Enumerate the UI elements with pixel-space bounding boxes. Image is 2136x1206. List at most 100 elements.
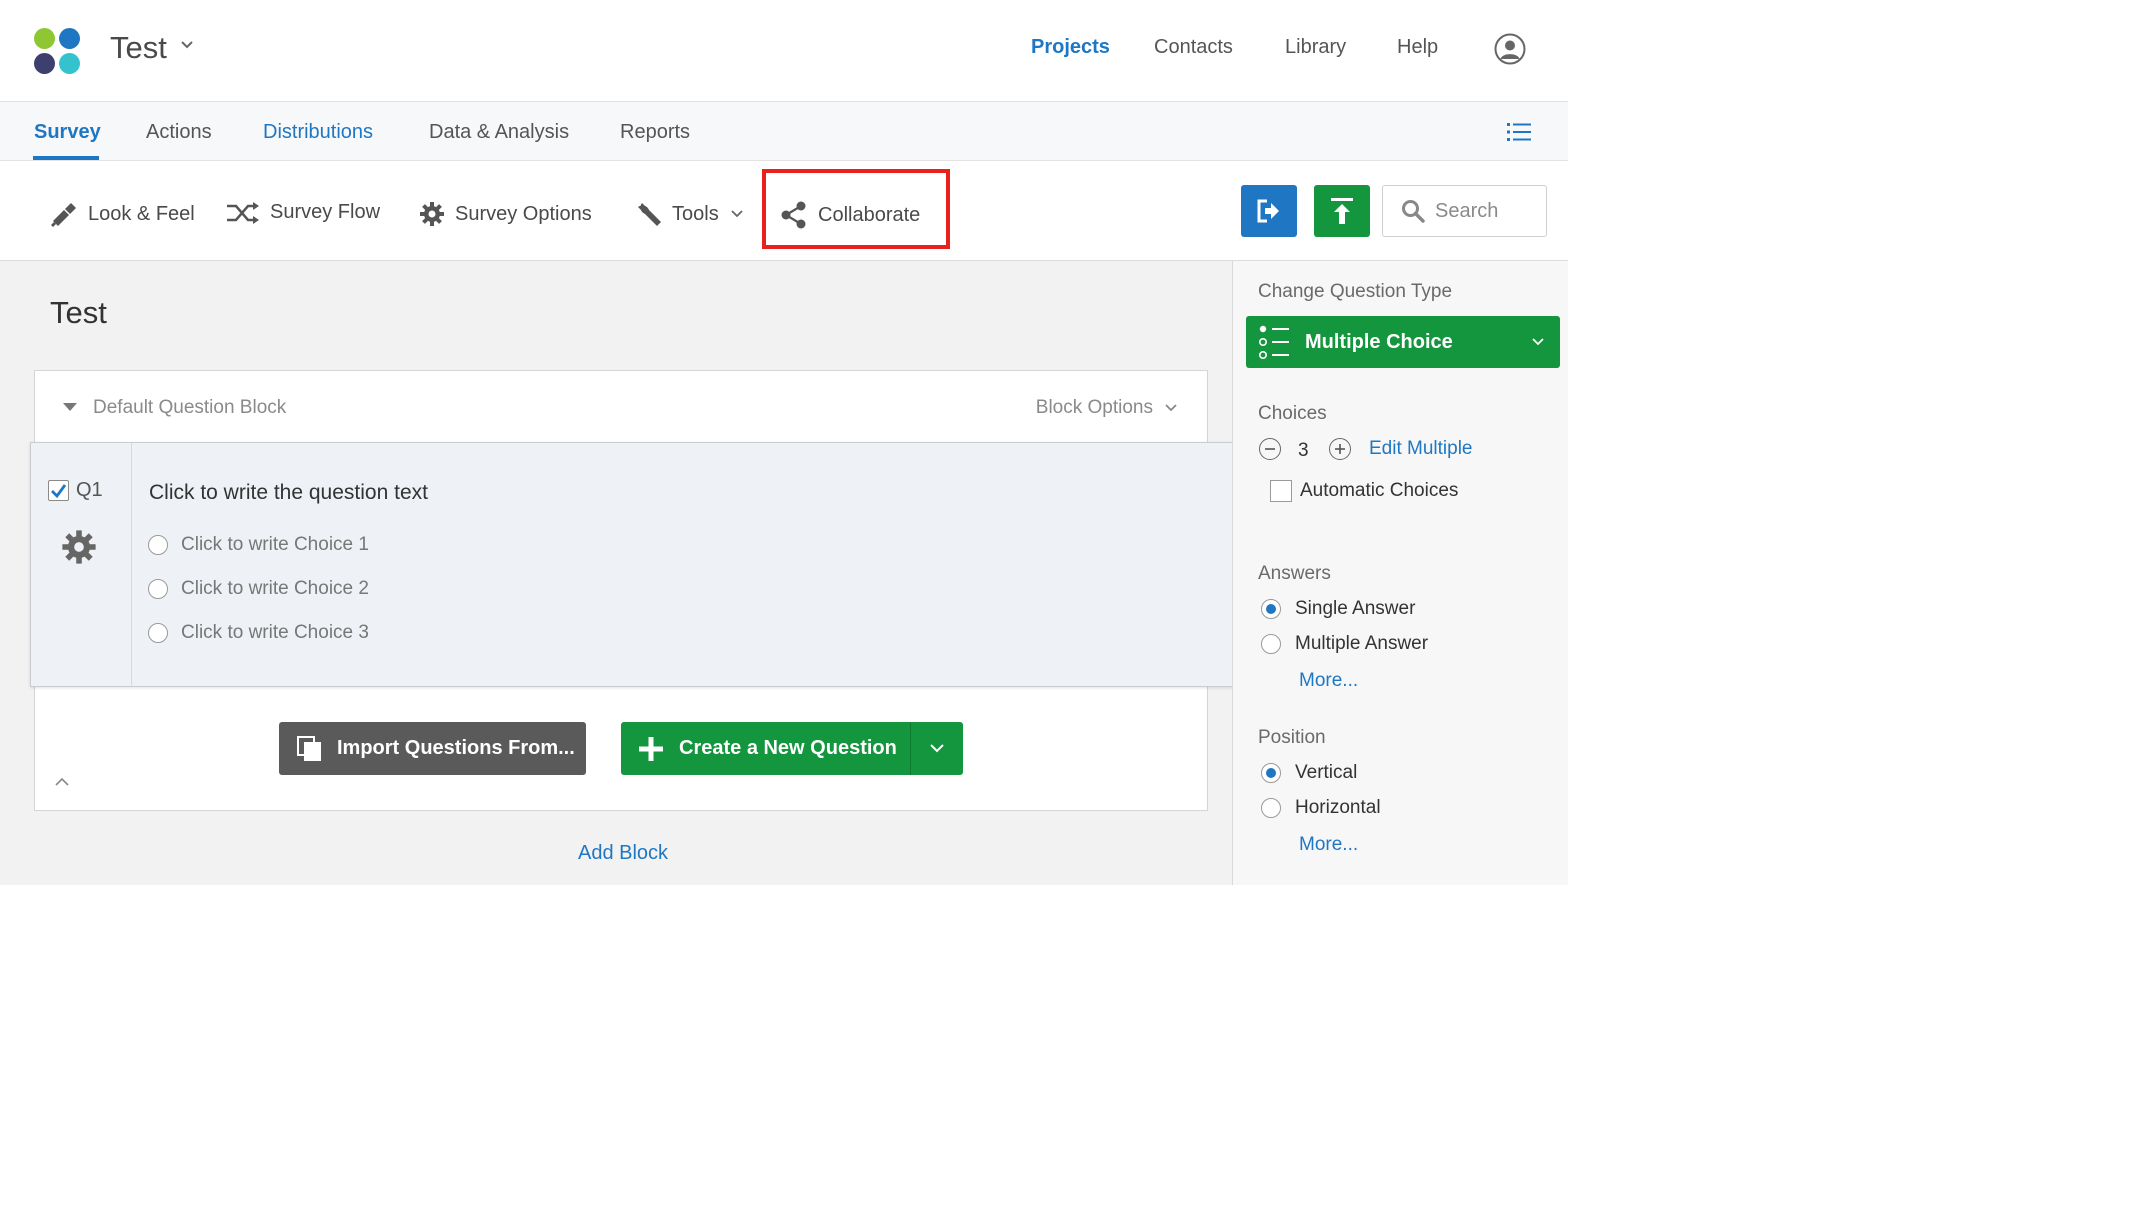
multiple-answer-label[interactable]: Multiple Answer — [1295, 633, 1428, 655]
block-title[interactable]: Default Question Block — [93, 397, 286, 419]
radio-button[interactable] — [148, 579, 168, 599]
chevron-down-icon — [930, 744, 944, 753]
create-question-label: Create a New Question — [679, 737, 897, 759]
automatic-choices-label[interactable]: Automatic Choices — [1300, 480, 1458, 502]
decrease-choices-button[interactable] — [1259, 438, 1281, 460]
question-number: Q1 — [76, 479, 103, 501]
choice-label[interactable]: Click to write Choice 3 — [181, 622, 369, 644]
radio-button[interactable] — [148, 623, 168, 643]
add-block-link[interactable]: Add Block — [578, 842, 668, 865]
preview-button[interactable] — [1241, 185, 1297, 237]
radio-button-selected[interactable] — [1261, 763, 1281, 783]
tab-survey[interactable]: Survey — [34, 121, 101, 144]
single-answer-option[interactable]: Single Answer — [1261, 598, 1415, 620]
chevron-down-icon[interactable] — [180, 40, 194, 50]
publish-upload-icon — [1331, 198, 1353, 224]
search-input[interactable] — [1435, 199, 1535, 223]
tools-menu-button[interactable]: Tools — [636, 201, 743, 227]
active-tab-indicator — [33, 156, 99, 160]
survey-options-button[interactable]: Survey Options — [419, 201, 592, 227]
question-type-select[interactable]: Multiple Choice — [1246, 316, 1560, 368]
highlight-box — [762, 169, 950, 249]
choice-label[interactable]: Click to write Choice 2 — [181, 578, 369, 600]
question-options-panel: Change Question Type Multiple Choice Cho… — [1232, 261, 1568, 885]
search-icon — [1402, 200, 1425, 223]
look-feel-label: Look & Feel — [88, 202, 195, 225]
gear-icon — [420, 202, 444, 226]
tab-distributions[interactable]: Distributions — [263, 121, 373, 144]
single-answer-label[interactable]: Single Answer — [1295, 598, 1415, 620]
question-card[interactable]: Q1 Click to write the question text Clic… — [30, 442, 1233, 687]
horizontal-label[interactable]: Horizontal — [1295, 797, 1381, 819]
preview-exit-icon — [1257, 199, 1279, 223]
edit-multiple-link[interactable]: Edit Multiple — [1369, 438, 1473, 460]
choice-item[interactable]: Click to write Choice 2 — [148, 578, 369, 600]
create-question-button[interactable]: Create a New Question — [621, 722, 963, 775]
horizontal-option[interactable]: Horizontal — [1261, 797, 1381, 819]
tab-actions[interactable]: Actions — [146, 121, 212, 144]
nav-projects[interactable]: Projects — [1031, 36, 1110, 59]
editor-toolbar: Look & Feel Survey Flow Survey Options T… — [0, 161, 1568, 261]
radio-button[interactable] — [1261, 634, 1281, 654]
survey-flow-label: Survey Flow — [270, 201, 381, 223]
question-text[interactable]: Click to write the question text — [149, 481, 428, 505]
radio-button[interactable] — [148, 535, 168, 555]
tab-data-analysis[interactable]: Data & Analysis — [429, 121, 569, 144]
position-more-link[interactable]: More... — [1299, 834, 1358, 856]
look-feel-button[interactable]: Look & Feel — [50, 201, 195, 227]
wrench-icon — [638, 203, 661, 226]
nav-help[interactable]: Help — [1397, 36, 1438, 59]
copy-pages-icon — [297, 735, 321, 761]
paintbrush-icon — [51, 203, 76, 227]
create-question-dropdown[interactable] — [911, 722, 963, 775]
list-menu-icon[interactable] — [1507, 122, 1531, 142]
survey-flow-button[interactable]: Survey Flow — [226, 201, 380, 224]
choice-item[interactable]: Click to write Choice 3 — [148, 622, 369, 644]
chevron-down-icon — [731, 210, 743, 218]
search-box[interactable] — [1382, 185, 1547, 237]
radio-button-selected[interactable] — [1261, 599, 1281, 619]
block-options-menu[interactable]: Block Options — [1036, 397, 1177, 419]
create-question-main[interactable]: Create a New Question — [621, 722, 911, 775]
plus-icon — [1335, 444, 1345, 454]
survey-options-label: Survey Options — [455, 202, 592, 225]
nav-contacts[interactable]: Contacts — [1154, 36, 1233, 59]
answers-heading: Answers — [1258, 563, 1331, 584]
nav-library[interactable]: Library — [1285, 36, 1346, 59]
chevron-down-icon — [1532, 338, 1544, 346]
question-type-label: Multiple Choice — [1305, 330, 1453, 353]
question-select-checkbox[interactable] — [48, 480, 69, 501]
top-header: Test Projects Contacts Library Help — [0, 0, 1568, 102]
question-side-panel: Q1 — [31, 443, 132, 686]
tools-label: Tools — [672, 202, 719, 225]
increase-choices-button[interactable] — [1329, 438, 1351, 460]
choices-count: 3 — [1298, 440, 1309, 461]
import-questions-button[interactable]: Import Questions From... — [279, 722, 586, 775]
checkmark-icon — [51, 484, 67, 499]
collapse-triangle-icon[interactable] — [63, 403, 77, 412]
answers-more-link[interactable]: More... — [1299, 670, 1358, 692]
multiple-answer-option[interactable]: Multiple Answer — [1261, 633, 1428, 655]
vertical-label[interactable]: Vertical — [1295, 762, 1357, 784]
section-tabs: Survey Actions Distributions Data & Anal… — [0, 102, 1568, 161]
choice-item[interactable]: Click to write Choice 1 — [148, 534, 369, 556]
gear-icon[interactable] — [61, 529, 97, 565]
project-name[interactable]: Test — [110, 30, 167, 66]
radio-button[interactable] — [1261, 798, 1281, 818]
tab-reports[interactable]: Reports — [620, 121, 690, 144]
plus-icon — [639, 736, 663, 761]
chevron-up-icon[interactable] — [55, 777, 69, 786]
minus-icon — [1265, 448, 1275, 450]
choices-heading: Choices — [1258, 403, 1327, 424]
user-avatar-icon[interactable] — [1494, 33, 1526, 65]
publish-button[interactable] — [1314, 185, 1370, 237]
chevron-down-icon — [1165, 404, 1177, 412]
vertical-option[interactable]: Vertical — [1261, 762, 1357, 784]
automatic-choices-checkbox[interactable] — [1270, 480, 1292, 502]
survey-title[interactable]: Test — [50, 295, 107, 331]
block-options-label: Block Options — [1035, 397, 1153, 418]
position-heading: Position — [1258, 727, 1326, 748]
choice-label[interactable]: Click to write Choice 1 — [181, 534, 369, 556]
change-type-heading: Change Question Type — [1258, 281, 1453, 302]
multiple-choice-icon — [1259, 325, 1289, 359]
